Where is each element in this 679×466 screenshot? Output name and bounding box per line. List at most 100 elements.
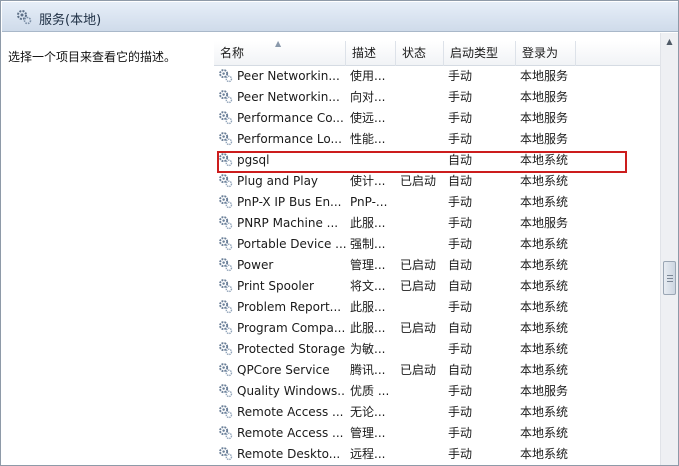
service-startup-type: 手动 bbox=[448, 342, 473, 356]
table-row[interactable]: Power 管理... 已启动 自动 本地系统 bbox=[214, 255, 660, 276]
service-status bbox=[400, 402, 444, 423]
description-pane: 选择一个项目来查看它的描述。 bbox=[2, 33, 214, 465]
service-name: Peer Networkin... bbox=[237, 69, 340, 83]
service-name-cell: Problem Report... bbox=[218, 297, 346, 318]
service-startup-type: 手动 bbox=[448, 216, 473, 230]
gear-icon bbox=[218, 68, 233, 83]
service-startup-type: 手动 bbox=[448, 69, 473, 83]
table-row[interactable]: Print Spooler 将文... 已启动 自动 本地系统 bbox=[214, 276, 660, 297]
service-name-cell: Print Spooler bbox=[218, 276, 346, 297]
service-description: 使用... bbox=[350, 69, 386, 83]
column-header-startup-type[interactable]: 启动类型 bbox=[444, 41, 516, 66]
table-row[interactable]: Peer Networkin... 向对... 手动 本地服务 bbox=[214, 87, 660, 108]
service-name-cell: Performance Lo... bbox=[218, 129, 346, 150]
service-name: Plug and Play bbox=[237, 174, 319, 188]
scroll-thumb[interactable] bbox=[663, 261, 676, 295]
service-name: Remote Access ... bbox=[237, 426, 344, 440]
service-description: 将文... bbox=[350, 279, 386, 293]
table-row[interactable]: Remote Access ... 无论... 手动 本地系统 bbox=[214, 402, 660, 423]
service-name-cell: PnP-X IP Bus En... bbox=[218, 192, 346, 213]
service-startup-type: 手动 bbox=[448, 195, 473, 209]
service-description: 腾讯... bbox=[350, 363, 386, 377]
service-description: 向对... bbox=[350, 90, 386, 104]
service-startup-type: 自动 bbox=[448, 363, 473, 377]
column-header-status[interactable]: 状态 bbox=[396, 41, 444, 66]
service-startup-type: 手动 bbox=[448, 90, 473, 104]
service-startup-type: 手动 bbox=[448, 384, 473, 398]
service-description: 管理... bbox=[350, 258, 386, 272]
service-logon-as: 本地系统 bbox=[520, 426, 569, 440]
service-startup-type: 手动 bbox=[448, 300, 473, 314]
services-list[interactable]: 名称 ▲ 描述 状态 启动类型 登录为 Peer Networkin... 使用.… bbox=[214, 33, 660, 465]
thumb-grip-line bbox=[667, 278, 673, 279]
table-row[interactable]: Performance Co... 使远... 手动 本地服务 bbox=[214, 108, 660, 129]
table-row[interactable]: PNRP Machine ... 此服... 手动 本地服务 bbox=[214, 213, 660, 234]
service-name-cell: Remote Deskto... bbox=[218, 444, 346, 465]
service-status bbox=[400, 87, 444, 108]
table-row[interactable]: PnP-X IP Bus En... PnP-... 手动 本地系统 bbox=[214, 192, 660, 213]
table-row[interactable]: Protected Storage 为敏... 手动 本地系统 bbox=[214, 339, 660, 360]
service-name-cell: Remote Access ... bbox=[218, 402, 346, 423]
gear-icon bbox=[218, 383, 233, 398]
service-logon-as: 本地服务 bbox=[520, 69, 569, 83]
service-logon-as: 本地系统 bbox=[520, 363, 569, 377]
service-name: Print Spooler bbox=[237, 279, 314, 293]
service-name-cell: Program Compa... bbox=[218, 318, 346, 339]
table-row[interactable]: Peer Networkin... 使用... 手动 本地服务 bbox=[214, 66, 660, 87]
service-logon-as: 本地服务 bbox=[520, 90, 569, 104]
service-startup-type: 手动 bbox=[448, 237, 473, 251]
services-window: 服务(本地) 选择一个项目来查看它的描述。 名称 ▲ 描述 状态 启动类型 登录… bbox=[0, 0, 679, 466]
table-row[interactable]: Remote Access ... 管理... 手动 本地系统 bbox=[214, 423, 660, 444]
service-description: 优质 ... bbox=[350, 384, 390, 398]
service-description: 管理... bbox=[350, 426, 386, 440]
service-description: 此服... bbox=[350, 321, 386, 335]
service-name: Remote Deskto... bbox=[237, 447, 341, 461]
table-row[interactable]: Problem Report... 此服... 手动 本地系统 bbox=[214, 297, 660, 318]
service-description: 使远... bbox=[350, 111, 386, 125]
service-name-cell: Remote Access ... bbox=[218, 423, 346, 444]
service-description: 无论... bbox=[350, 405, 386, 419]
gear-icon bbox=[218, 425, 233, 440]
service-name: Remote Access ... bbox=[237, 405, 344, 419]
table-row[interactable]: Quality Windows... 优质 ... 手动 本地服务 bbox=[214, 381, 660, 402]
service-status bbox=[400, 423, 444, 444]
table-row[interactable]: QPCore Service 腾讯... 已启动 自动 本地系统 bbox=[214, 360, 660, 381]
table-row[interactable]: Portable Device ... 强制... 手动 本地系统 bbox=[214, 234, 660, 255]
gear-icon bbox=[218, 215, 233, 230]
thumb-grip-line bbox=[667, 281, 673, 282]
service-logon-as: 本地系统 bbox=[520, 195, 569, 209]
gear-icon bbox=[218, 341, 233, 356]
service-description: 性能... bbox=[350, 132, 386, 146]
service-name: Protected Storage bbox=[237, 342, 346, 356]
service-logon-as: 本地系统 bbox=[520, 405, 569, 419]
service-startup-type: 手动 bbox=[448, 447, 473, 461]
column-header-description[interactable]: 描述 bbox=[346, 41, 396, 66]
table-row[interactable]: Performance Lo... 性能... 手动 本地服务 bbox=[214, 129, 660, 150]
service-name: Quality Windows... bbox=[237, 384, 346, 398]
service-status: 已启动 bbox=[400, 321, 437, 335]
service-logon-as: 本地系统 bbox=[520, 447, 569, 461]
vertical-scrollbar[interactable]: ▲ bbox=[660, 33, 678, 465]
service-description: 为敏... bbox=[350, 342, 386, 356]
service-startup-type: 手动 bbox=[448, 132, 473, 146]
gear-icon bbox=[218, 194, 233, 209]
table-row[interactable]: Plug and Play 使计... 已启动 自动 本地系统 bbox=[214, 171, 660, 192]
service-name-cell: Peer Networkin... bbox=[218, 66, 346, 87]
gears-icon bbox=[16, 9, 32, 25]
gear-icon bbox=[218, 299, 233, 314]
scroll-up-arrow-icon[interactable]: ▲ bbox=[661, 33, 678, 50]
pgsql-highlight-box bbox=[217, 151, 627, 173]
service-description: 远程... bbox=[350, 447, 386, 461]
service-name-cell: Performance Co... bbox=[218, 108, 346, 129]
column-header-logon-as[interactable]: 登录为 bbox=[516, 41, 576, 66]
service-startup-type: 手动 bbox=[448, 405, 473, 419]
service-logon-as: 本地系统 bbox=[520, 342, 569, 356]
table-row[interactable]: Program Compa... 此服... 已启动 自动 本地系统 bbox=[214, 318, 660, 339]
service-logon-as: 本地系统 bbox=[520, 237, 569, 251]
gear-icon bbox=[218, 257, 233, 272]
table-row[interactable]: Remote Deskto... 远程... 手动 本地系统 bbox=[214, 444, 660, 465]
service-logon-as: 本地系统 bbox=[520, 258, 569, 272]
service-logon-as: 本地服务 bbox=[520, 111, 569, 125]
column-header-name[interactable]: 名称 ▲ bbox=[214, 39, 346, 66]
gear-icon bbox=[218, 131, 233, 146]
